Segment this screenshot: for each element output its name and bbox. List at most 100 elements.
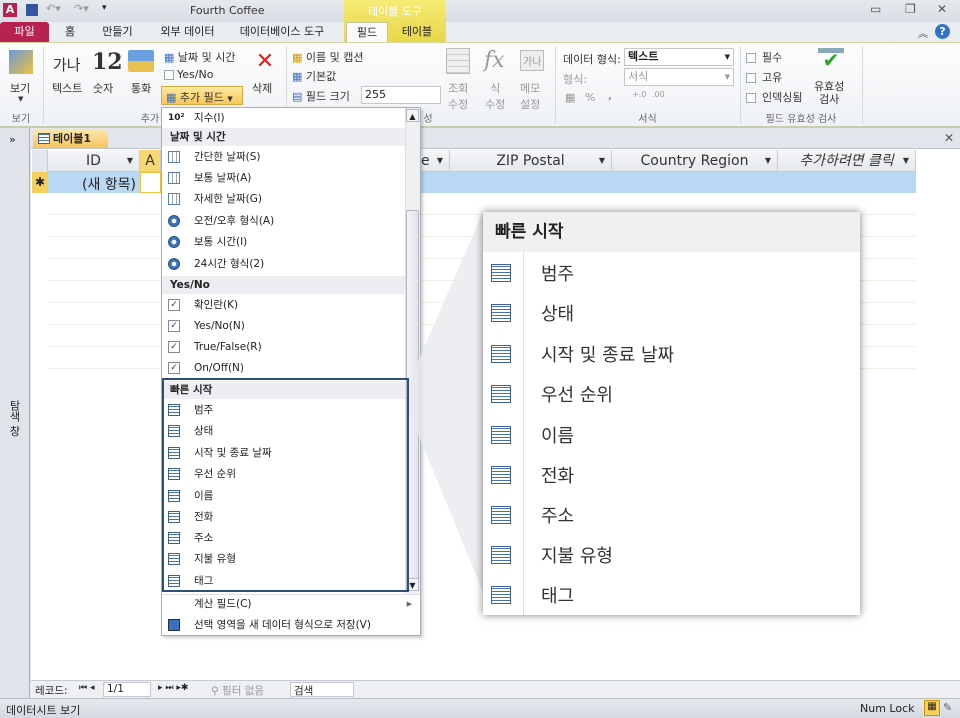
menu-item[interactable]: ✓ 확인란(K) [162,295,406,316]
datasheet-view-icon[interactable]: ▦ [924,700,940,716]
first-record-button[interactable]: ⏮ ◂ [79,683,94,693]
checkbox-icon: ✓ [168,320,180,332]
title-bar [0,0,960,22]
increase-decimals-icon[interactable]: +.0 [632,90,646,99]
calendar-icon [168,151,180,163]
collapse-ribbon-icon[interactable]: ︽ [918,25,928,40]
column-header-e[interactable]: e ▼ [421,150,450,172]
callout-item-label: 지불 유형 [541,546,613,567]
menu-item[interactable]: ✓ On/Off(N) [162,358,406,379]
tab-create[interactable]: 만들기 [95,22,140,42]
next-record-button[interactable]: ▸ ⏭ ▸✱ [158,683,188,693]
number-field-button[interactable]: 숫자 [93,80,113,96]
delete-button[interactable]: 삭제 [252,80,272,96]
tab-database-tools[interactable]: 데이터베이스 도구 [232,22,332,42]
column-header-add-new[interactable]: 추가하려면 클릭 ▼ [778,150,916,172]
tab-table[interactable]: 테이블 [392,22,442,42]
close-button[interactable]: ✕ [937,2,947,16]
tab-file[interactable]: 파일 [0,22,49,42]
minimize-button[interactable]: ▭ [870,2,881,16]
modify-lookups-button[interactable]: 조회 수정 [448,80,468,112]
column-header-country-region[interactable]: Country Region ▼ [612,150,778,172]
name-caption-button[interactable]: ▦ 이름 및 캡션 [292,49,364,65]
tab-fields[interactable]: 필드 [346,22,388,42]
menu-item[interactable]: ✓ True/False(R) [162,337,406,358]
decrease-decimals-icon[interactable]: .00 [652,90,665,99]
expand-nav-icon[interactable]: » [9,133,16,146]
column-label: Country Region [640,153,749,169]
callout-item-label: 상태 [541,304,575,325]
access-logo-icon: A [3,3,17,17]
table-icon [38,133,50,144]
active-cell[interactable] [140,172,161,193]
menu-item-label: 선택 영역을 새 데이터 형식으로 저장(V) [194,619,371,631]
view-button[interactable]: 보기 [10,80,30,96]
help-icon[interactable]: ? [935,24,950,39]
clock-icon [168,215,180,227]
required-checkbox[interactable]: 필수 [746,49,782,65]
current-record-input[interactable]: 1/1 [103,682,151,697]
document-tab-table1[interactable]: 테이블1 [33,130,108,148]
yes-no-button[interactable]: Yes/No [164,68,213,81]
callout-item: 시작 및 종료 날짜 [483,333,860,373]
menu-item-exponent[interactable]: 10² 지수(I) [162,108,406,129]
currency-field-button[interactable]: 통화 [131,80,151,96]
design-view-icon[interactable]: ✎ [943,701,952,714]
menu-item[interactable]: 24시간 형식(2) [162,254,406,275]
unique-label: 고유 [762,71,783,84]
close-document-icon[interactable]: ✕ [944,131,954,145]
menu-item-save-selection[interactable]: 선택 영역을 새 데이터 형식으로 저장(V) [162,615,420,636]
field-size-input[interactable]: 255 [361,86,441,104]
tab-home[interactable]: 홈 [55,22,85,42]
column-header-zip-postal[interactable]: ZIP Postal ▼ [450,150,612,172]
save-icon[interactable] [26,4,38,16]
validation-button[interactable]: 유효성 검사 [814,80,844,106]
format-label: 형식: [563,73,587,86]
menu-item[interactable]: 보통 날짜(A) [162,168,406,189]
modify-expression-button[interactable]: 식 수정 [485,80,505,112]
format-select[interactable]: 서식 ▼ [624,68,734,86]
column-header-id[interactable]: ID ▼ [48,150,140,172]
chevron-down-icon: ▼ [18,95,24,103]
column-label: A [145,153,155,169]
menu-item[interactable]: 보통 시간(I) [162,232,406,253]
scroll-up-button[interactable]: ▲ [406,109,419,122]
menu-item[interactable]: ✓ Yes/No(N) [162,316,406,337]
filter-status[interactable]: ⚲ 필터 없음 [211,683,264,698]
column-label: e [421,153,430,169]
customize-toolbar-icon[interactable]: ▾ [102,3,107,13]
yes-no-label: Yes/No [177,68,214,81]
restore-button[interactable]: ❐ [905,2,916,16]
new-record-icon[interactable]: ✱ [32,172,48,193]
menu-item-label: Yes/No(N) [194,320,245,332]
column-header-a[interactable]: A [140,150,161,172]
quick-start-table-icon [491,345,511,363]
clock-icon [168,258,180,270]
filter-label: 필터 없음 [222,685,265,697]
undo-icon[interactable]: ↶▾ [46,2,61,15]
data-type-select[interactable]: 텍스트 ▼ [624,48,734,66]
text-field-button[interactable]: 텍스트 [52,80,82,96]
checkbox-icon: ✓ [168,299,180,311]
menu-item[interactable]: 자세한 날짜(G) [162,189,406,210]
comma-button[interactable]: , [608,89,612,102]
currency-format-icon[interactable]: ▦ [565,91,575,104]
new-record-id: (새 항목) [81,177,136,193]
memo-settings-button[interactable]: 메모 설정 [520,80,540,112]
callout-item: 태그 [483,574,860,614]
indexed-checkbox[interactable]: 인덱싱됨 [746,89,802,105]
menu-item[interactable]: 간단한 날짜(S) [162,147,406,168]
tab-external-data[interactable]: 외부 데이터 [150,22,225,42]
date-time-button[interactable]: ▦ 날짜 및 시간 [164,49,236,65]
menu-item-calculated-field[interactable]: 계산 필드(C) ▶ [162,594,420,615]
menu-item[interactable]: 오전/오후 형식(A) [162,211,406,232]
default-value-button[interactable]: ▦ 기본값 [292,68,336,84]
search-input[interactable]: 검색 [290,682,354,697]
unique-checkbox[interactable]: 고유 [746,69,782,85]
default-value-label: 기본값 [305,70,337,83]
redo-icon[interactable]: ↷▾ [74,2,89,15]
more-fields-button[interactable]: ▦ 추가 필드 ▼ [161,86,243,105]
save-data-type-icon [168,619,180,631]
delete-icon: ✕ [255,49,275,74]
percent-button[interactable]: % [585,91,595,104]
